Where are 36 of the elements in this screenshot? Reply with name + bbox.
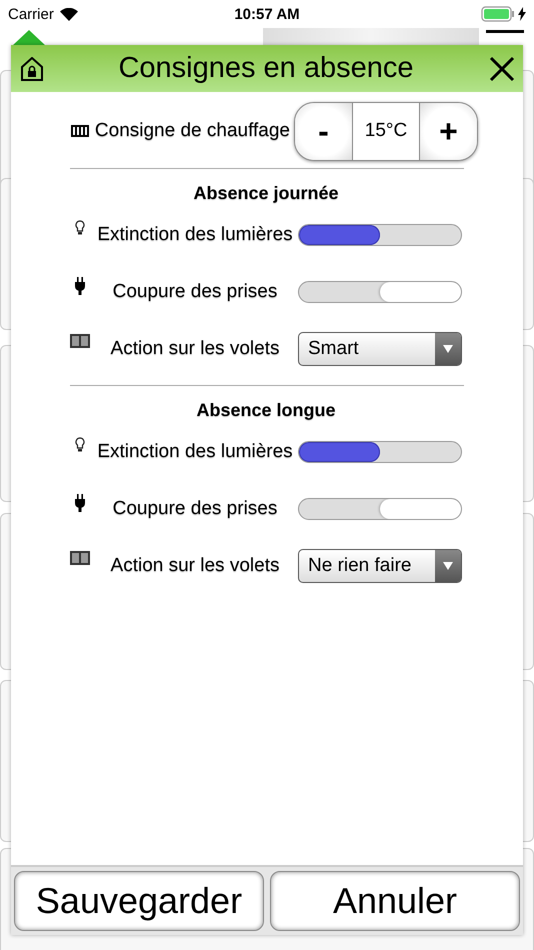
carrier-label: Carrier (8, 6, 54, 22)
section-title: Absence longue (195, 400, 337, 421)
footer-button[interactable]: Sauvegarder (14, 871, 264, 931)
plus-button[interactable]: + (420, 102, 477, 160)
battery-icon (481, 6, 515, 22)
close-icon[interactable] (489, 56, 515, 82)
option-label: Coupure des prises (112, 498, 278, 520)
shutter-icon (70, 551, 90, 565)
shutter-icon (70, 334, 90, 348)
plug-icon (75, 494, 85, 512)
caret-icon (443, 344, 453, 352)
caret-icon (443, 562, 453, 570)
radiator-icon (70, 125, 89, 137)
option-label: Coupure des prises (112, 280, 278, 302)
lightbulb-icon (75, 437, 85, 453)
toggle-switch[interactable] (298, 280, 462, 302)
lightning-icon (518, 7, 526, 21)
toggle-switch[interactable] (298, 224, 462, 246)
wifi-icon (60, 8, 78, 20)
heating-label: Consigne de chauffage (94, 120, 290, 142)
option-label: Action sur les volets (110, 554, 280, 576)
house-lock-icon[interactable] (21, 56, 43, 80)
minus-button[interactable]: - (295, 102, 352, 160)
toggle-switch[interactable] (298, 498, 462, 520)
lightbulb-icon (75, 220, 85, 236)
section-title: Absence journée (192, 183, 340, 204)
toggle-switch[interactable] (298, 440, 462, 462)
footer-button[interactable]: Annuler (270, 871, 520, 931)
option-label: Extinction des lumières (96, 440, 294, 462)
dialog-title: Consignes en absence (117, 52, 415, 85)
option-label: Action sur les volets (110, 338, 280, 360)
dropdown[interactable]: Smart (298, 332, 462, 366)
dropdown[interactable]: Ne rien faire (298, 548, 462, 582)
plug-icon (75, 277, 85, 295)
clock-time: 10:57 AM (234, 6, 300, 22)
option-label: Extinction des lumières (96, 224, 294, 246)
